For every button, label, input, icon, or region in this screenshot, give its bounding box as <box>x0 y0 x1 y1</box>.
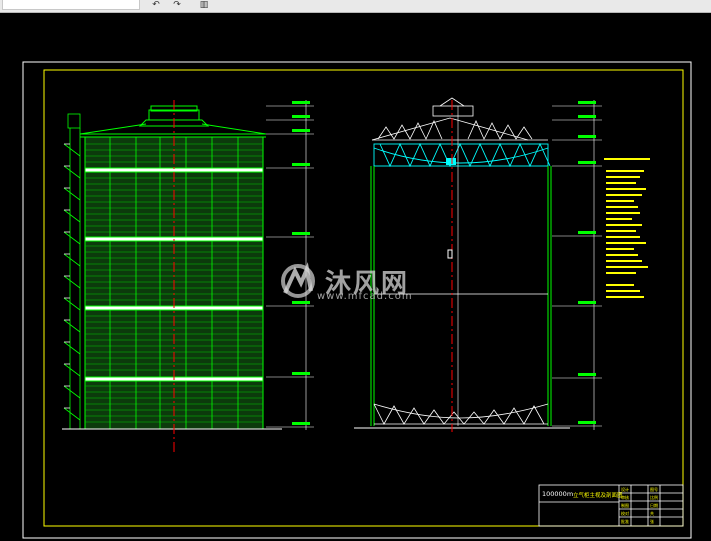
redo-icon[interactable]: ↷ <box>171 0 183 10</box>
title-capacity: 100000m <box>542 490 574 498</box>
title-drawing-name: 立气柜主视及剖面图 <box>573 493 623 499</box>
title-cell: 审核 <box>621 495 629 500</box>
watermark-site: www.mfcad.com <box>317 291 413 302</box>
technical-notes <box>604 158 650 298</box>
delete-icon[interactable]: ▥ <box>198 0 210 10</box>
title-cell: 设计 <box>621 487 629 492</box>
logo-icon <box>281 262 315 298</box>
title-cell: 图号 <box>650 487 658 492</box>
title-cell: 共 <box>650 511 654 516</box>
title-cell: 张 <box>650 519 654 524</box>
title-cell: 制图 <box>621 503 629 508</box>
top-toolbar: ↶ ↷ ▥ <box>0 0 711 13</box>
watermark-logo: 沐风网 www.mfcad.com <box>277 261 437 303</box>
title-cell: 批准 <box>621 519 629 524</box>
title-cell: 校对 <box>621 511 629 516</box>
undo-icon[interactable]: ↶ <box>150 0 162 10</box>
toolbar-text-field[interactable] <box>2 0 140 10</box>
drawing-canvas[interactable]: 沐风网 www.mfcad.com 100000m 立气柜主视及剖面图 设计 图… <box>0 13 711 541</box>
title-cell: 比例 <box>650 495 658 500</box>
title-cell: 日期 <box>650 503 658 508</box>
